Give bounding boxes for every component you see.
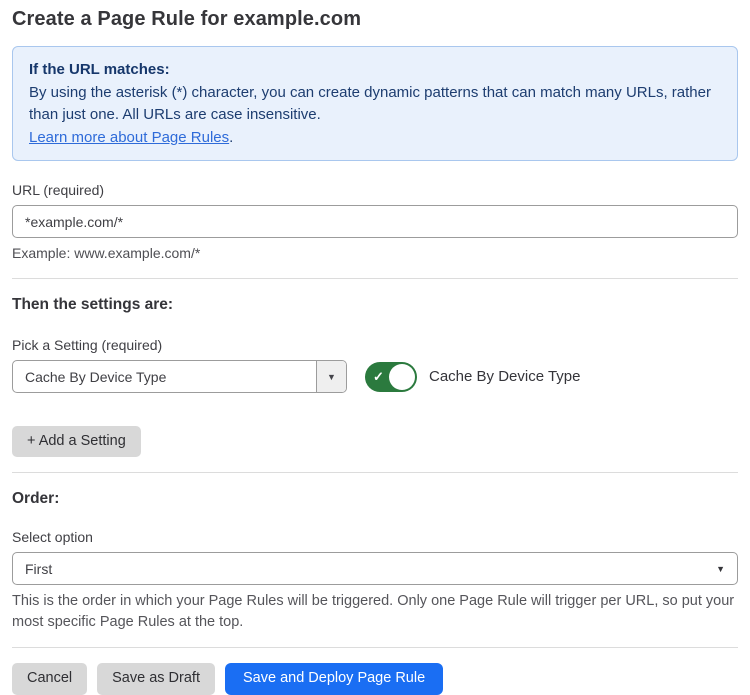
page-title: Create a Page Rule for example.com — [12, 8, 738, 31]
divider — [12, 472, 738, 473]
check-icon: ✓ — [373, 370, 384, 383]
settings-section-heading: Then the settings are: — [12, 296, 738, 314]
setting-dropdown[interactable]: Cache By Device Type ▼ — [12, 360, 347, 393]
pick-setting-label: Pick a Setting (required) — [12, 337, 738, 353]
info-box-body: By using the asterisk (*) character, you… — [29, 82, 721, 125]
page-rule-form: Create a Page Rule for example.com If th… — [0, 0, 750, 695]
order-select-value: First — [25, 561, 52, 577]
order-description: This is the order in which your Page Rul… — [12, 591, 738, 633]
url-field-label: URL (required) — [12, 182, 738, 198]
url-example-helper: Example: www.example.com/* — [12, 245, 738, 261]
chevron-down-icon: ▼ — [327, 372, 336, 382]
chevron-down-icon: ▼ — [716, 564, 725, 574]
learn-more-link[interactable]: Learn more about Page Rules — [29, 129, 229, 146]
save-as-draft-button[interactable]: Save as Draft — [97, 663, 215, 694]
url-match-info-box: If the URL matches: By using the asteris… — [12, 46, 738, 161]
cache-by-device-type-toggle[interactable]: ✓ — [365, 362, 417, 392]
toggle-label: Cache By Device Type — [429, 368, 580, 385]
order-section-heading: Order: — [12, 490, 738, 508]
setting-picker-row: Cache By Device Type ▼ ✓ Cache By Device… — [12, 360, 738, 393]
order-select-label: Select option — [12, 529, 738, 545]
save-and-deploy-button[interactable]: Save and Deploy Page Rule — [225, 663, 443, 694]
link-period: . — [229, 129, 233, 146]
divider — [12, 278, 738, 279]
order-select[interactable]: First ▼ — [12, 552, 738, 585]
add-setting-button[interactable]: + Add a Setting — [12, 426, 141, 457]
divider — [12, 647, 738, 648]
setting-dropdown-value: Cache By Device Type — [13, 361, 316, 392]
url-input[interactable] — [12, 205, 738, 238]
info-box-link-line: Learn more about Page Rules. — [29, 127, 721, 148]
toggle-knob — [389, 364, 415, 390]
setting-dropdown-caret-button[interactable]: ▼ — [316, 361, 346, 392]
cancel-button[interactable]: Cancel — [12, 663, 87, 694]
info-box-heading: If the URL matches: — [29, 59, 721, 80]
footer-actions: Cancel Save as Draft Save and Deploy Pag… — [12, 663, 738, 694]
